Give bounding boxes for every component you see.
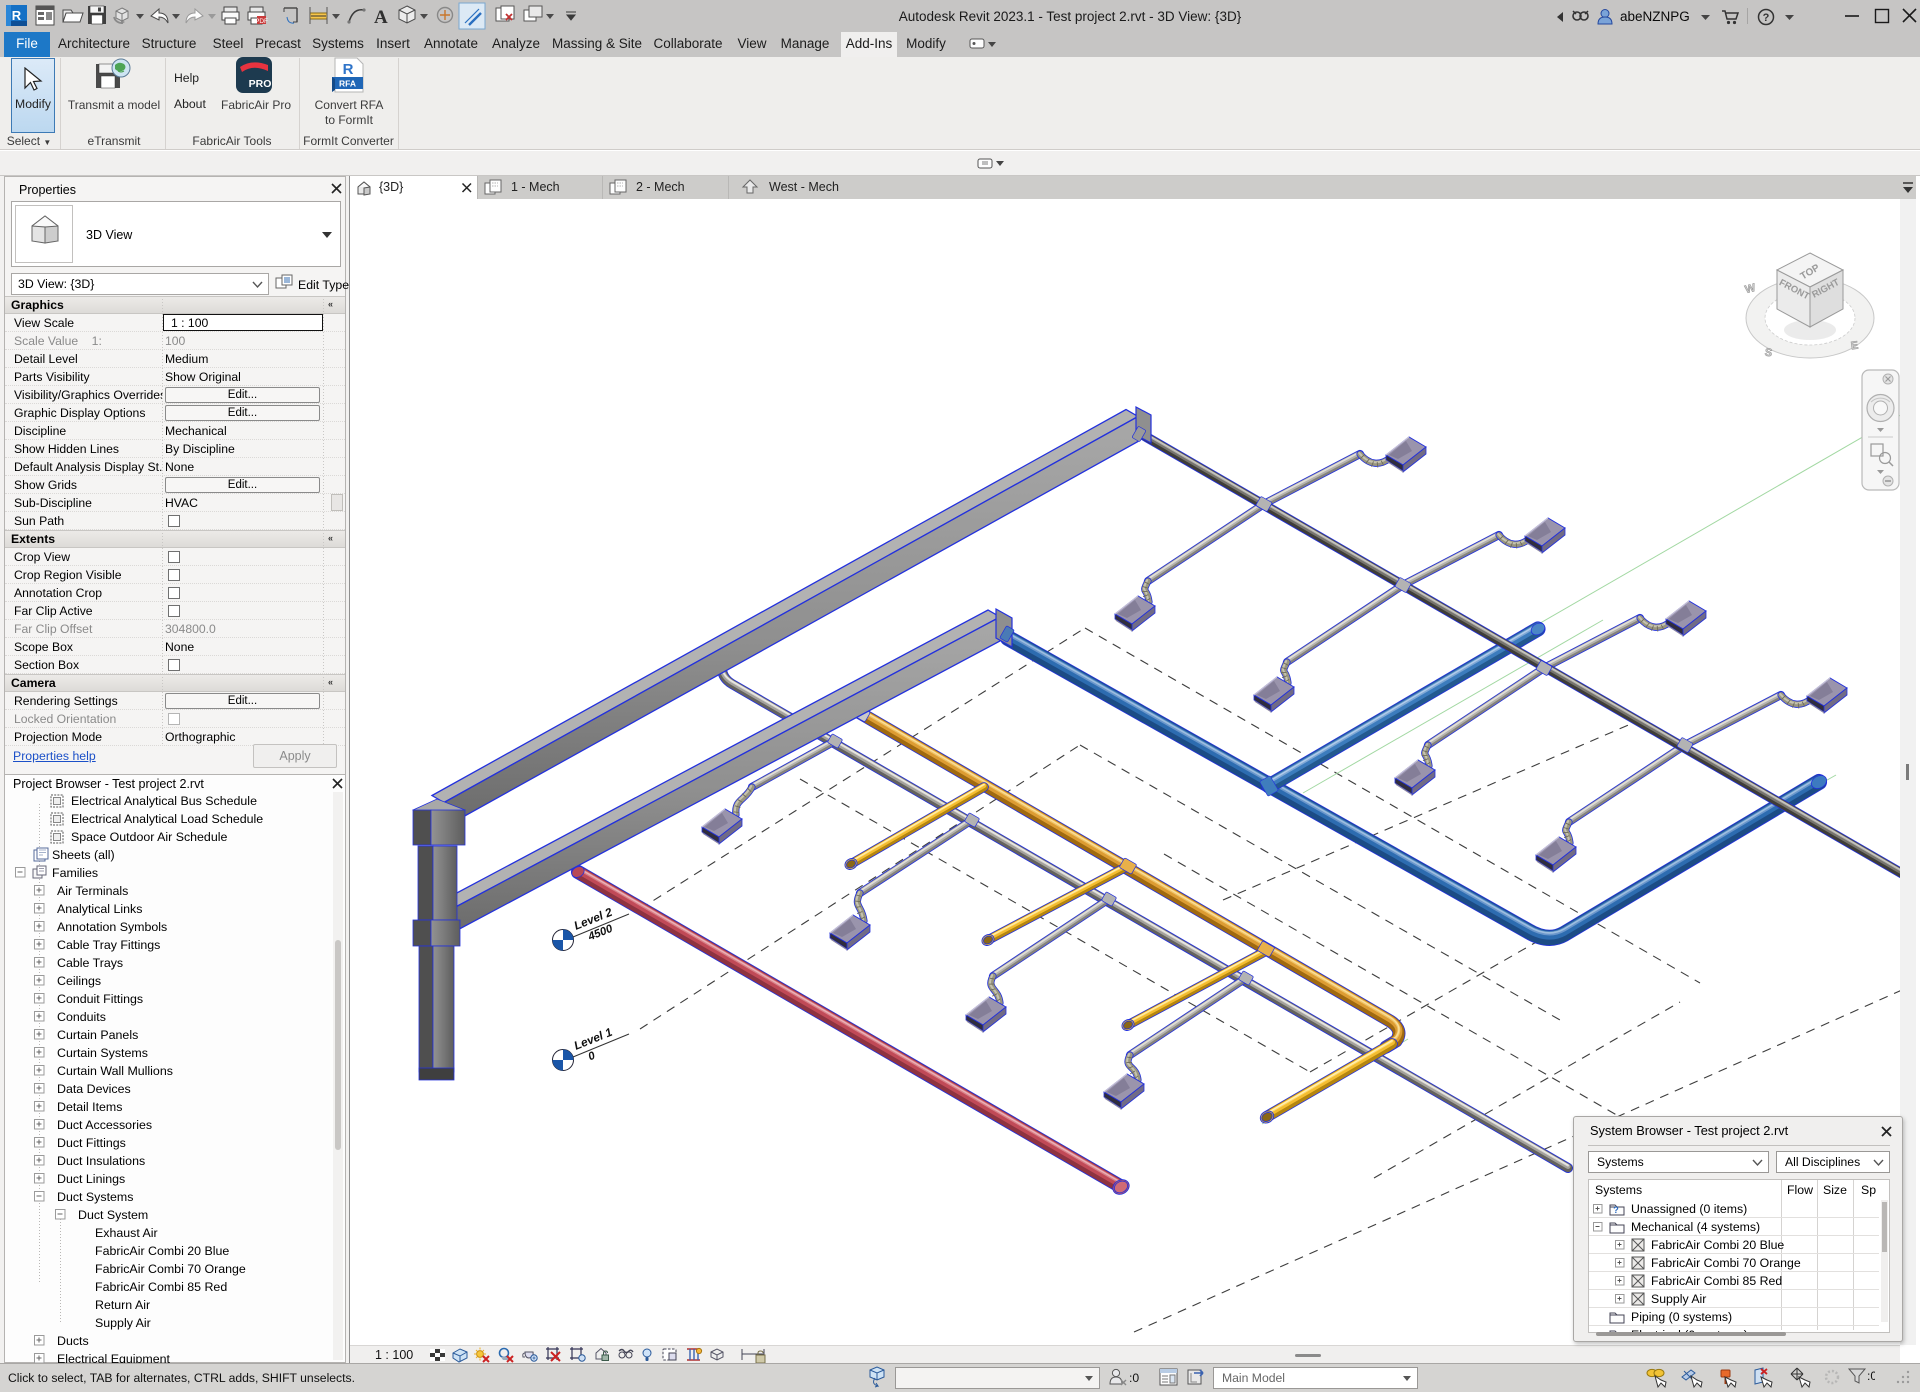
svg-text:PRO: PRO — [249, 78, 272, 90]
svg-text:RFA: RFA — [339, 79, 356, 89]
svg-text:0: 0 — [587, 1050, 598, 1064]
svg-text:S: S — [1764, 347, 1773, 360]
svg-text::0: :0 — [1867, 1369, 1875, 1383]
svg-text:A: A — [374, 7, 388, 28]
svg-text:R: R — [12, 8, 22, 23]
svg-text:Autodesk Revit 2023.1 - Test p: Autodesk Revit 2023.1 - Test project 2.r… — [899, 9, 1242, 24]
svg-text:abeNZNPG: abeNZNPG — [1620, 9, 1690, 24]
svg-text:PDF: PDF — [255, 18, 268, 25]
svg-text:R: R — [343, 61, 354, 78]
svg-text:W: W — [1744, 282, 1758, 296]
svg-text:?: ? — [1613, 1205, 1619, 1215]
svg-text:?: ? — [1763, 12, 1770, 24]
